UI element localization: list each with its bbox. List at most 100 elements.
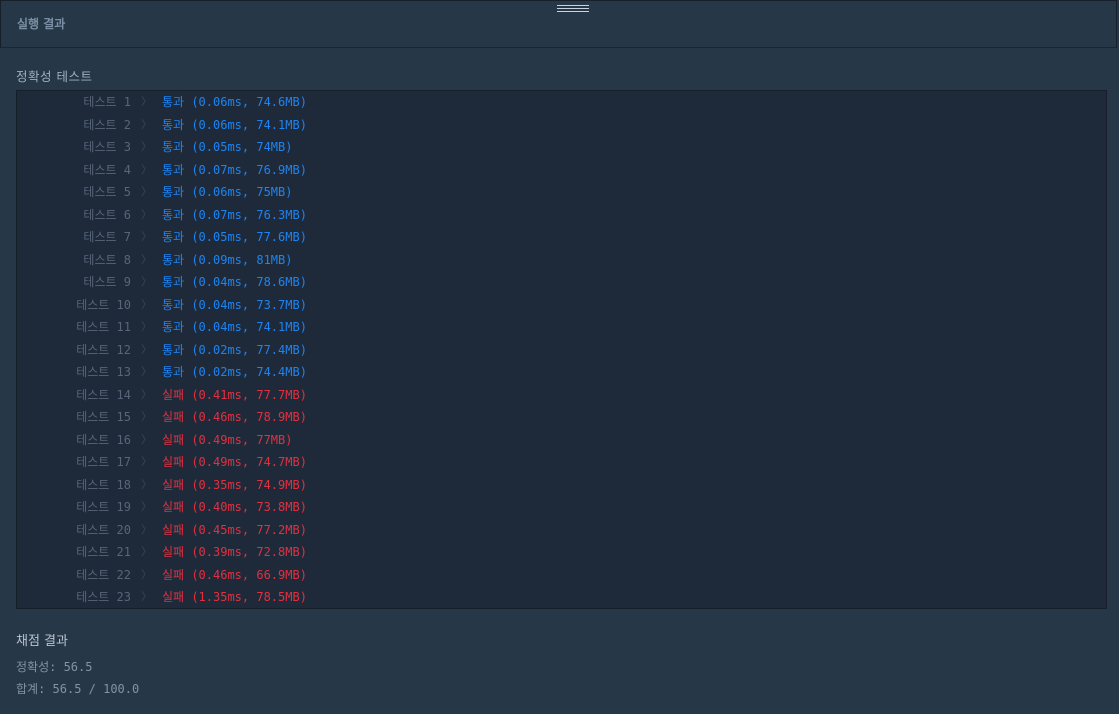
test-label: 테스트 4: [83, 162, 131, 177]
drag-handle-icon[interactable]: [557, 5, 589, 14]
chevron-right-icon: 〉: [141, 297, 152, 311]
test-status-word: 통과: [162, 252, 185, 267]
test-label: 테스트 16: [76, 432, 131, 447]
test-label: 테스트 19: [76, 500, 131, 514]
test-status-word: 실패: [162, 432, 185, 447]
test-detail: (0.02ms, 74.4MB): [191, 365, 307, 379]
chevron-right-icon: 〉: [141, 230, 152, 243]
test-label: 테스트 20: [76, 522, 131, 537]
total-score: 합계: 56.5 / 100.0: [16, 682, 140, 696]
test-status-word: 통과: [162, 207, 185, 222]
test-result-row: 테스트 6 〉 통과 (0.07ms, 76.3MB): [17, 204, 1106, 226]
panel-title: 실행 결과: [17, 17, 66, 31]
chevron-right-icon: 〉: [141, 567, 152, 581]
test-status: 통과 (0.02ms, 74.4MB): [162, 361, 307, 383]
test-status-word: 통과: [162, 95, 185, 109]
chevron-right-icon: 〉: [141, 410, 152, 423]
test-status: 통과 (0.04ms, 74.1MB): [162, 316, 307, 338]
test-status: 통과 (0.05ms, 77.6MB): [162, 226, 307, 248]
test-status-word: 실패: [162, 590, 185, 604]
test-detail: (0.46ms, 66.9MB): [191, 567, 307, 582]
test-detail: (0.02ms, 77.4MB): [191, 342, 307, 357]
test-status: 통과 (0.06ms, 74.6MB): [162, 91, 307, 113]
test-label: 테스트 2: [83, 117, 131, 132]
test-result-row: 테스트 8 〉 통과 (0.09ms, 81MB): [17, 249, 1106, 271]
test-results-list[interactable]: 테스트 1 〉 통과 (0.06ms, 74.6MB) 테스트 2 〉 통과 (0.06m…: [16, 90, 1107, 609]
test-status: 통과 (0.09ms, 81MB): [162, 249, 292, 271]
chevron-right-icon: 〉: [141, 500, 152, 513]
test-result-row: 테스트 13 〉 통과 (0.02ms, 74.4MB): [17, 361, 1106, 383]
test-label: 테스트 17: [76, 455, 131, 469]
test-status-word: 실패: [162, 567, 185, 582]
test-status-word: 통과: [162, 162, 185, 177]
chevron-right-icon: 〉: [141, 320, 152, 333]
test-result-row: 테스트 7 〉 통과 (0.05ms, 77.6MB): [17, 226, 1106, 248]
test-status: 실패 (0.49ms, 74.7MB): [162, 451, 307, 473]
test-status: 통과 (0.06ms, 75MB): [162, 181, 292, 203]
test-status-word: 실패: [162, 387, 185, 402]
chevron-right-icon: 〉: [141, 342, 152, 356]
test-label: 테스트 6: [83, 207, 131, 222]
test-label: 테스트 15: [76, 410, 131, 424]
test-result-row: 테스트 11 〉 통과 (0.04ms, 74.1MB): [17, 316, 1106, 338]
test-result-row: 테스트 9 〉 통과 (0.04ms, 78.6MB): [17, 271, 1106, 293]
chevron-right-icon: 〉: [141, 140, 152, 153]
test-status: 실패 (0.49ms, 77MB): [162, 429, 292, 451]
test-label: 테스트 21: [76, 545, 131, 559]
test-detail: (0.39ms, 72.8MB): [191, 545, 307, 559]
test-result-row: 테스트 23 〉 실패 (1.35ms, 78.5MB): [17, 586, 1106, 608]
test-label: 테스트 13: [76, 365, 131, 379]
test-status: 실패 (1.35ms, 78.5MB): [162, 586, 307, 608]
chevron-right-icon: 〉: [141, 162, 152, 176]
test-label: 테스트 9: [83, 275, 131, 289]
test-result-row: 테스트 22 〉 실패 (0.46ms, 66.9MB): [17, 564, 1106, 586]
test-detail: (1.35ms, 78.5MB): [191, 590, 307, 604]
test-label: 테스트 22: [76, 567, 131, 582]
test-detail: (0.49ms, 74.7MB): [191, 455, 307, 469]
chevron-right-icon: 〉: [141, 432, 152, 446]
test-detail: (0.07ms, 76.3MB): [191, 207, 307, 222]
test-label: 테스트 8: [83, 252, 131, 267]
test-status: 실패 (0.41ms, 77.7MB): [162, 384, 307, 406]
test-label: 테스트 12: [76, 342, 131, 357]
chevron-right-icon: 〉: [141, 117, 152, 131]
scoring-result-title: 채점 결과: [16, 634, 68, 649]
test-status-word: 통과: [162, 320, 185, 334]
test-status-word: 통과: [162, 140, 185, 154]
test-result-row: 테스트 17 〉 실패 (0.49ms, 74.7MB): [17, 451, 1106, 473]
test-result-row: 테스트 2 〉 통과 (0.06ms, 74.1MB): [17, 114, 1106, 136]
chevron-right-icon: 〉: [141, 590, 152, 603]
test-result-row: 테스트 3 〉 통과 (0.05ms, 74MB): [17, 136, 1106, 158]
test-detail: (0.35ms, 74.9MB): [191, 477, 307, 492]
test-result-row: 테스트 19 〉 실패 (0.40ms, 73.8MB): [17, 496, 1106, 518]
test-status: 실패 (0.45ms, 77.2MB): [162, 519, 307, 541]
chevron-right-icon: 〉: [141, 545, 152, 558]
panel-header: 실행 결과: [0, 0, 1117, 48]
test-status-word: 실패: [162, 545, 185, 559]
test-status: 통과 (0.05ms, 74MB): [162, 136, 292, 158]
test-detail: (0.07ms, 76.9MB): [191, 162, 307, 177]
test-detail: (0.09ms, 81MB): [191, 252, 293, 267]
test-status-word: 통과: [162, 275, 185, 289]
test-status: 실패 (0.40ms, 73.8MB): [162, 496, 307, 518]
test-detail: (0.46ms, 78.9MB): [191, 410, 307, 424]
test-status-word: 통과: [162, 185, 185, 199]
test-result-row: 테스트 10 〉 통과 (0.04ms, 73.7MB): [17, 294, 1106, 316]
test-detail: (0.45ms, 77.2MB): [191, 522, 307, 537]
test-status: 통과 (0.06ms, 74.1MB): [162, 114, 307, 136]
test-label: 테스트 1: [83, 95, 131, 109]
test-status-word: 실패: [162, 410, 185, 424]
chevron-right-icon: 〉: [141, 455, 152, 468]
test-detail: (0.04ms, 78.6MB): [191, 275, 307, 289]
test-detail: (0.04ms, 73.7MB): [191, 297, 307, 312]
test-status-word: 통과: [162, 117, 185, 132]
test-status: 통과 (0.02ms, 77.4MB): [162, 339, 307, 361]
test-detail: (0.05ms, 77.6MB): [191, 230, 307, 244]
test-label: 테스트 23: [76, 590, 131, 604]
chevron-right-icon: 〉: [141, 252, 152, 266]
chevron-right-icon: 〉: [141, 275, 152, 288]
test-detail: (0.40ms, 73.8MB): [191, 500, 307, 514]
test-detail: (0.06ms, 74.1MB): [191, 117, 307, 132]
accuracy-score: 정확성: 56.5: [16, 660, 93, 674]
test-detail: (0.06ms, 75MB): [191, 185, 293, 199]
